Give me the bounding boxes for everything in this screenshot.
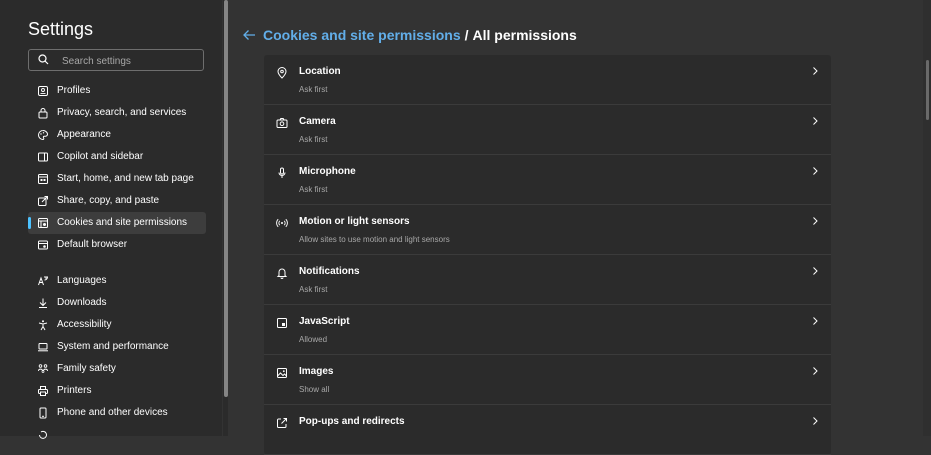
search-icon xyxy=(38,54,49,65)
permission-row-microphone[interactable]: Microphone Ask first xyxy=(264,155,831,205)
chevron-right-icon xyxy=(810,166,820,176)
permissions-list: Location Ask first Camera Ask first Micr… xyxy=(264,55,831,455)
permission-title: Images xyxy=(299,366,334,377)
sidebar-item-appearance[interactable]: Appearance xyxy=(28,124,206,146)
main-content: Cookies and site permissions / All permi… xyxy=(228,0,923,455)
popup-icon xyxy=(276,417,288,429)
permission-row-javascript[interactable]: JavaScript Allowed xyxy=(264,305,831,355)
sidebar-item-label: Share, copy, and paste xyxy=(57,195,160,206)
permission-status: Show all xyxy=(299,385,330,394)
lock-icon xyxy=(37,107,49,119)
breadcrumb-parent-link[interactable]: Cookies and site permissions xyxy=(263,27,461,43)
sidebar-item-label: Default browser xyxy=(57,239,128,250)
printer-icon xyxy=(37,385,49,397)
sidebar-item-label: Profiles xyxy=(57,85,91,96)
chevron-right-icon xyxy=(810,316,820,326)
permission-title: Location xyxy=(299,66,341,77)
sidebar-icon xyxy=(37,151,49,163)
palette-icon xyxy=(37,129,49,141)
permission-status: Allow sites to use motion and light sens… xyxy=(299,235,450,244)
image-icon xyxy=(276,367,288,379)
permission-row-camera[interactable]: Camera Ask first xyxy=(264,105,831,155)
permission-status: Allowed xyxy=(299,335,328,344)
sidebar-item-profiles[interactable]: Profiles xyxy=(28,80,206,102)
sidebar-item-printers[interactable]: Printers xyxy=(28,380,206,402)
microphone-icon xyxy=(276,167,288,179)
camera-icon xyxy=(276,117,288,129)
permission-title: Motion or light sensors xyxy=(299,216,410,227)
permission-title: Pop-ups and redirects xyxy=(299,416,405,427)
javascript-icon xyxy=(276,317,288,329)
main-scrollbar-thumb[interactable] xyxy=(926,60,929,120)
permission-status: Ask first xyxy=(299,135,328,144)
sidebar-item-system-performance[interactable]: System and performance xyxy=(28,336,206,358)
sidebar-item-accessibility[interactable]: Accessibility xyxy=(28,314,206,336)
sidebar-item-copilot[interactable]: Copilot and sidebar xyxy=(28,146,206,168)
sidebar-item-label: Appearance xyxy=(57,129,111,140)
sidebar-item-cookies-permissions[interactable]: Cookies and site permissions xyxy=(28,212,206,234)
sidebar-item-share[interactable]: Share, copy, and paste xyxy=(28,190,206,212)
sidebar-title: Settings xyxy=(28,19,94,39)
settings-sidebar: Settings Profiles Privacy, search, and s… xyxy=(0,0,222,439)
permission-status: Ask first xyxy=(299,185,328,194)
sidebar-item-label: System and performance xyxy=(57,341,169,352)
sidebar-item-privacy[interactable]: Privacy, search, and services xyxy=(28,102,206,124)
chevron-right-icon xyxy=(810,116,820,126)
language-icon xyxy=(37,275,49,287)
profile-card-icon xyxy=(37,85,49,97)
sidebar-item-label: Phone and other devices xyxy=(57,407,168,418)
sensor-icon xyxy=(276,217,288,229)
sidebar-item-label: Cookies and site permissions xyxy=(57,217,188,228)
sidebar-item-family-safety[interactable]: Family safety xyxy=(28,358,206,380)
laptop-icon xyxy=(37,341,49,353)
permission-title: JavaScript xyxy=(299,316,350,327)
page-title: All permissions xyxy=(472,27,577,43)
sidebar-item-label: Accessibility xyxy=(57,319,112,330)
permission-title: Microphone xyxy=(299,166,356,177)
sidebar-item-partial[interactable] xyxy=(28,424,206,446)
sidebar-item-label: Family safety xyxy=(57,363,116,374)
bell-icon xyxy=(276,267,288,279)
home-grid-icon xyxy=(37,173,49,185)
permission-status: Ask first xyxy=(299,285,328,294)
permission-row-popups[interactable]: Pop-ups and redirects xyxy=(264,405,831,455)
permission-row-images[interactable]: Images Show all xyxy=(264,355,831,405)
sidebar-item-languages[interactable]: Languages xyxy=(28,270,206,292)
family-icon xyxy=(37,363,49,375)
permission-row-motion-sensors[interactable]: Motion or light sensors Allow sites to u… xyxy=(264,205,831,255)
permission-row-notifications[interactable]: Notifications Ask first xyxy=(264,255,831,305)
phone-icon xyxy=(37,407,49,419)
permission-row-location[interactable]: Location Ask first xyxy=(264,55,831,105)
sidebar-item-label: Languages xyxy=(57,275,107,286)
breadcrumb: Cookies and site permissions / All permi… xyxy=(242,26,577,44)
sidebar-item-label: Privacy, search, and services xyxy=(57,107,187,118)
sidebar-item-label: Printers xyxy=(57,385,92,396)
sidebar-item-label: Downloads xyxy=(57,297,107,308)
permission-title: Camera xyxy=(299,116,336,127)
permission-status: Ask first xyxy=(299,85,328,94)
site-permissions-icon xyxy=(37,217,49,229)
sidebar-item-downloads[interactable]: Downloads xyxy=(28,292,206,314)
browser-icon xyxy=(37,239,49,251)
accessibility-icon xyxy=(37,319,49,331)
share-icon xyxy=(37,195,49,207)
chevron-right-icon xyxy=(810,266,820,276)
download-icon xyxy=(37,297,49,309)
reset-icon xyxy=(37,429,49,441)
chevron-right-icon xyxy=(810,416,820,426)
sidebar-item-start-home[interactable]: Start, home, and new tab page xyxy=(28,168,206,190)
back-arrow-icon[interactable] xyxy=(242,28,256,42)
search-input[interactable] xyxy=(60,52,199,70)
search-settings-box[interactable] xyxy=(28,49,204,71)
sidebar-item-label: Start, home, and new tab page xyxy=(57,173,194,184)
sidebar-item-default-browser[interactable]: Default browser xyxy=(28,234,206,256)
permission-title: Notifications xyxy=(299,266,360,277)
sidebar-item-label: Copilot and sidebar xyxy=(57,151,144,162)
chevron-right-icon xyxy=(810,366,820,376)
chevron-right-icon xyxy=(810,66,820,76)
chevron-right-icon xyxy=(810,216,820,226)
sidebar-item-phone-devices[interactable]: Phone and other devices xyxy=(28,402,206,424)
breadcrumb-separator: / xyxy=(464,27,469,43)
location-pin-icon xyxy=(276,67,288,79)
